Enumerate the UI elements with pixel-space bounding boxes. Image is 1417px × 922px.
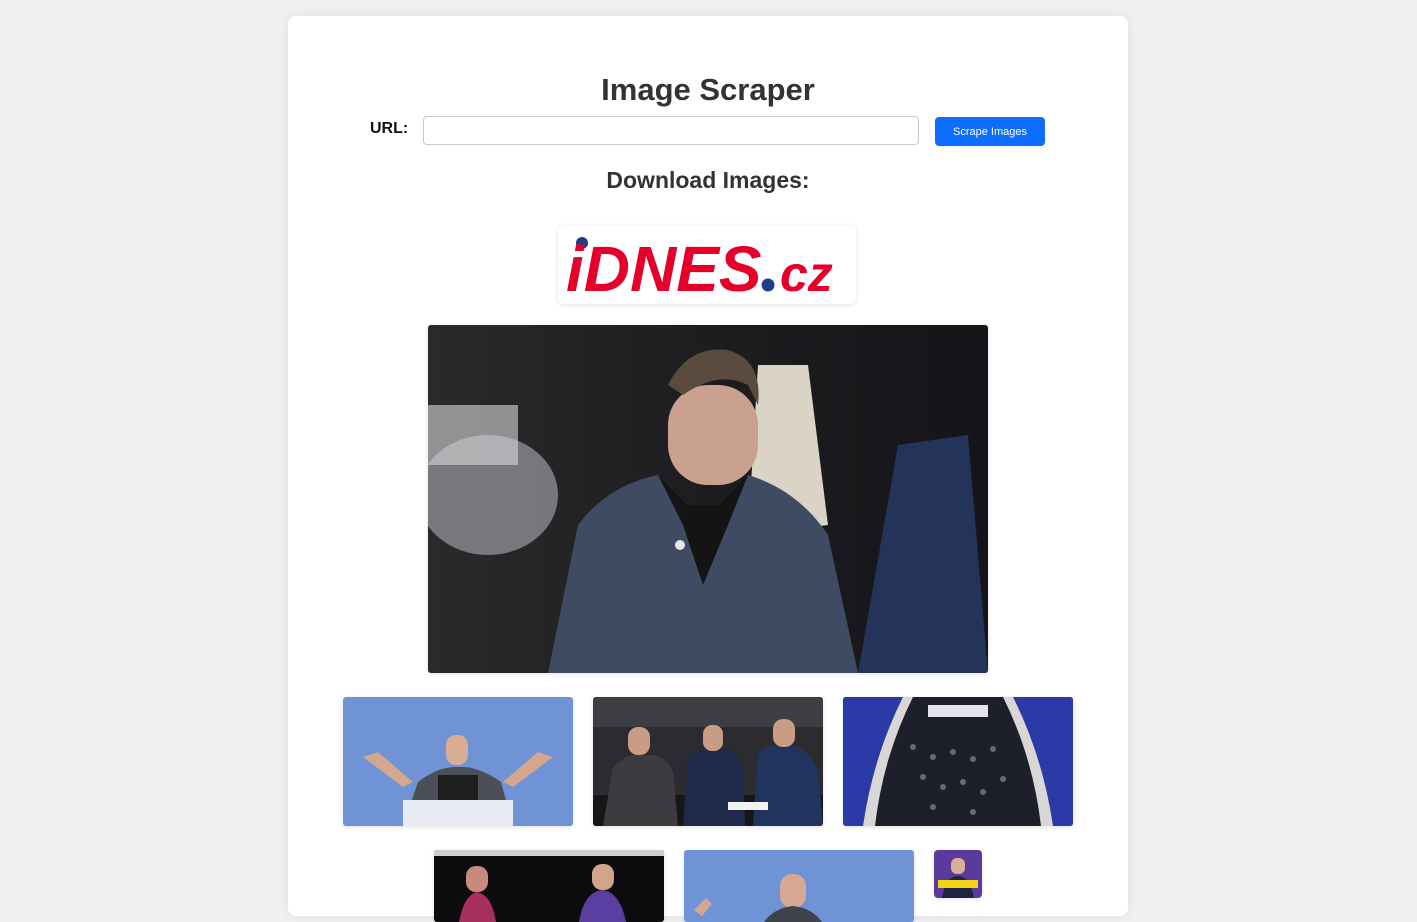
image-panel-discussion[interactable] — [434, 850, 664, 922]
auditorium-photo — [843, 697, 1073, 826]
image-speaker-closeup[interactable] — [684, 850, 914, 922]
idnes-logo-graphic: iDNES cz — [566, 233, 833, 304]
download-images-heading: Download Images: — [606, 167, 810, 193]
image-press-conference[interactable] — [593, 697, 823, 826]
url-input[interactable] — [423, 116, 919, 145]
speaker-closeup-photo — [684, 850, 914, 922]
logo-text-domain: cz — [780, 246, 833, 302]
scrape-images-button[interactable]: Scrape Images — [935, 117, 1045, 146]
image-speaker-podium[interactable] — [343, 697, 573, 826]
campaign-photo — [934, 850, 982, 898]
url-label: URL: — [370, 120, 409, 137]
image-idnes-logo[interactable]: iDNES cz — [558, 225, 856, 304]
press-conference-photo — [593, 697, 823, 826]
page-title: Image Scraper — [601, 72, 815, 107]
scraper-card: Image Scraper URL: Scrape Images Downloa… — [288, 16, 1128, 922]
image-auditorium[interactable] — [843, 697, 1073, 826]
panel-photo — [434, 850, 664, 922]
image-campaign-thumbnail[interactable] — [934, 850, 982, 898]
portrait-photo — [428, 325, 988, 673]
logo-text-main: iDNES — [566, 233, 762, 304]
image-portrait-main[interactable] — [428, 325, 988, 673]
speaker-photo — [343, 697, 573, 826]
